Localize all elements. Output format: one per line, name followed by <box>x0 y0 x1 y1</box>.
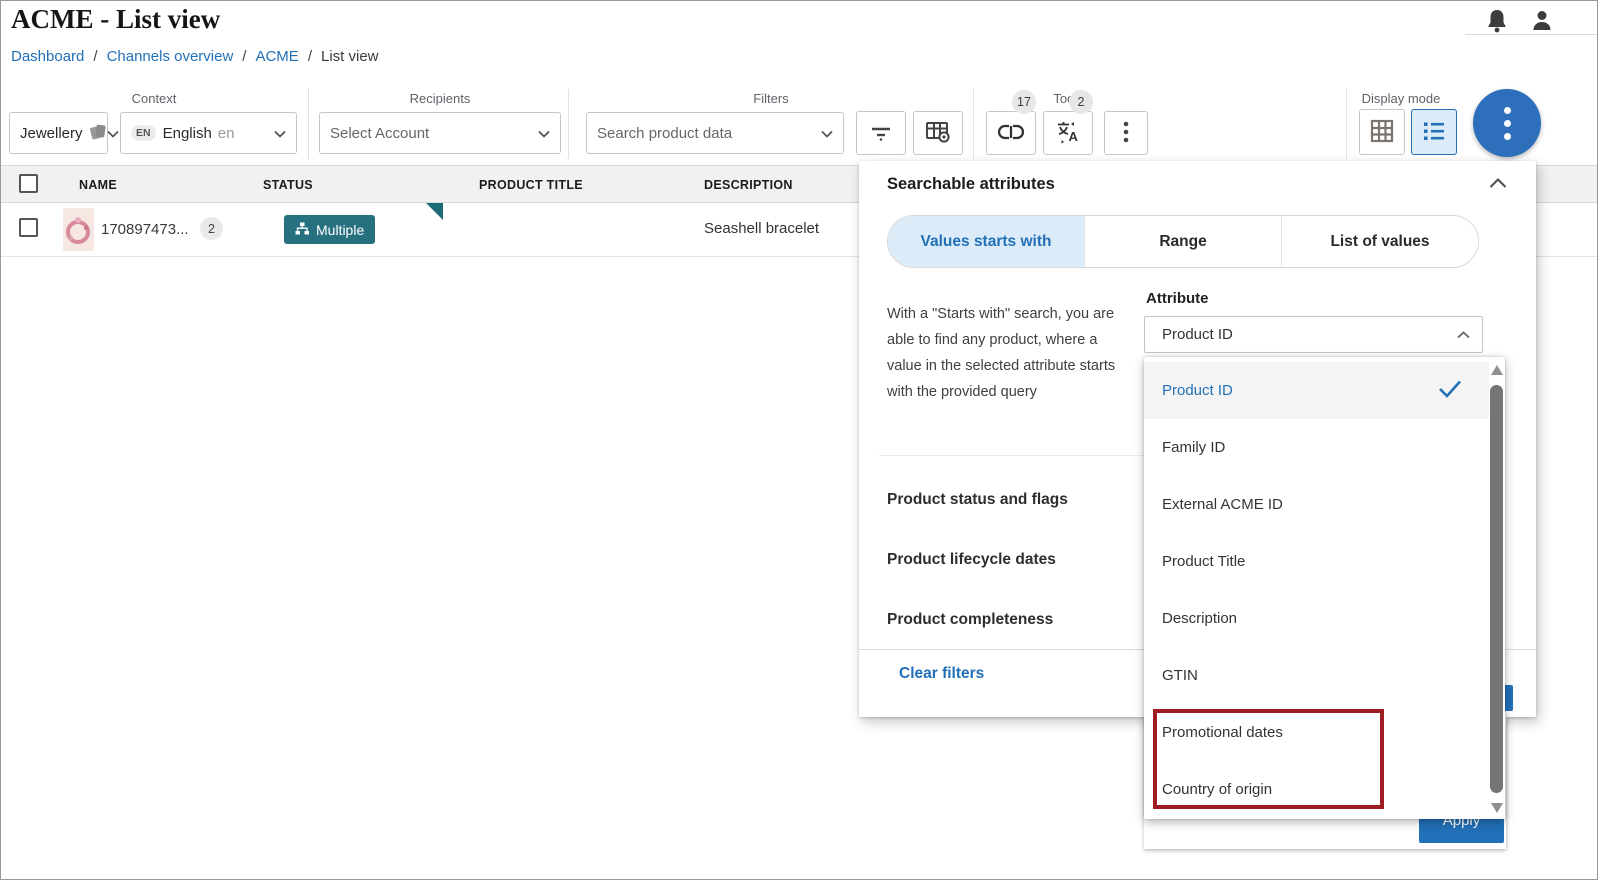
dropdown-option-external-acme-id[interactable]: External ACME ID <box>1144 476 1489 533</box>
grid-view-icon <box>1370 119 1394 146</box>
dropdown-option-family-id[interactable]: Family ID <box>1144 419 1489 476</box>
attribute-dropdown: Product ID Family ID External ACME ID Pr… <box>1144 357 1505 819</box>
search-type-tabs: Values starts with Range List of values <box>887 215 1479 268</box>
product-name[interactable]: 170897473... <box>101 221 189 238</box>
floating-action-button[interactable] <box>1473 89 1541 157</box>
section-product-lifecycle-dates[interactable]: Product lifecycle dates <box>887 551 1056 569</box>
link-tool-button[interactable] <box>986 111 1036 155</box>
translate-icon: A <box>1056 120 1080 147</box>
user-menu-button[interactable] <box>1529 8 1555 37</box>
filters-group-label: Filters <box>586 91 956 106</box>
chevron-down-icon <box>274 125 286 142</box>
more-tools-button[interactable] <box>1104 111 1148 155</box>
dropdown-option-gtin[interactable]: GTIN <box>1144 647 1489 704</box>
breadcrumb-acme[interactable]: ACME <box>255 48 298 65</box>
chevron-up-icon <box>1457 326 1470 343</box>
app-window: ACME - List view Dashboard/Channels over… <box>0 0 1598 880</box>
status-label: Multiple <box>316 222 364 238</box>
section-product-status-and-flags[interactable]: Product status and flags <box>887 491 1068 509</box>
column-header-description[interactable]: DESCRIPTION <box>704 178 793 192</box>
breadcrumb-dashboard[interactable]: Dashboard <box>11 48 84 65</box>
language-value: English <box>163 125 212 142</box>
svg-text:A: A <box>1069 129 1079 144</box>
link-icon <box>998 124 1024 143</box>
dropdown-option-description[interactable]: Description <box>1144 590 1489 647</box>
check-icon <box>1438 379 1462 403</box>
section-product-completeness[interactable]: Product completeness <box>887 611 1053 629</box>
product-search-select[interactable]: Search product data <box>586 112 844 154</box>
chevron-down-icon <box>107 125 119 142</box>
grid-view-button[interactable] <box>1359 109 1405 155</box>
breadcrumb-channels-overview[interactable]: Channels overview <box>107 48 234 65</box>
dropdown-option-promotional-dates[interactable]: Promotional dates <box>1144 704 1489 761</box>
column-settings-button[interactable] <box>913 111 963 155</box>
scroll-up-arrow[interactable] <box>1491 365 1503 375</box>
attribute-select[interactable]: Product ID <box>1144 316 1483 353</box>
list-view-icon <box>1421 119 1447 146</box>
product-thumbnail <box>63 208 94 251</box>
description-cell: Seashell bracelet <box>704 220 819 237</box>
channel-cards-icon <box>89 122 107 144</box>
product-count-badge: 2 <box>200 217 223 240</box>
search-description: With a "Starts with" search, you are abl… <box>887 301 1135 405</box>
recipients-placeholder: Select Account <box>330 125 429 142</box>
translate-tool-button[interactable]: A <box>1043 111 1093 155</box>
sitemap-icon <box>295 222 309 238</box>
display-mode-group-label: Display mode <box>1341 91 1461 106</box>
language-select[interactable]: EN English en <box>120 112 297 154</box>
corner-flag-marker <box>426 203 443 225</box>
filter-icon <box>869 121 893 146</box>
kebab-menu-icon <box>1123 120 1129 147</box>
breadcrumb-current: List view <box>321 48 379 65</box>
attribute-selected-value: Product ID <box>1162 326 1233 343</box>
dropdown-option-product-id[interactable]: Product ID <box>1144 362 1489 419</box>
tab-values-starts-with[interactable]: Values starts with <box>888 216 1084 267</box>
column-header-product-title[interactable]: PRODUCT TITLE <box>479 178 583 192</box>
tab-list-of-values[interactable]: List of values <box>1281 216 1478 267</box>
divider <box>973 89 974 159</box>
scroll-down-arrow[interactable] <box>1491 803 1503 813</box>
dropdown-option-country-of-origin[interactable]: Country of origin <box>1144 761 1489 818</box>
language-code-badge: EN <box>131 125 156 141</box>
divider <box>879 455 1145 456</box>
page-title: ACME - List view <box>11 4 220 35</box>
product-search-placeholder: Search product data <box>597 125 732 142</box>
chevron-down-icon <box>538 125 550 142</box>
scrollbar-thumb[interactable] <box>1490 385 1503 793</box>
column-header-name[interactable]: NAME <box>79 178 117 192</box>
table-columns-eye-icon <box>925 120 951 147</box>
divider <box>1465 34 1598 35</box>
panel-title: Searchable attributes <box>887 175 1055 194</box>
column-header-status[interactable]: STATUS <box>263 178 313 192</box>
divider <box>568 89 569 159</box>
attribute-label: Attribute <box>1146 290 1209 307</box>
collapse-panel-button[interactable] <box>1485 171 1511 197</box>
chevron-up-icon <box>1489 177 1507 192</box>
more-dots-icon <box>1504 107 1511 140</box>
breadcrumb: Dashboard/Channels overview/ACME/List vi… <box>11 48 379 65</box>
dropdown-option-product-title[interactable]: Product Title <box>1144 533 1489 590</box>
recipients-select[interactable]: Select Account <box>319 112 561 154</box>
filter-button[interactable] <box>856 111 906 155</box>
tab-range[interactable]: Range <box>1084 216 1281 267</box>
status-badge[interactable]: Multiple <box>284 215 375 244</box>
divider <box>308 89 309 159</box>
list-view-button[interactable] <box>1411 109 1457 155</box>
dropdown-scrollbar[interactable] <box>1488 357 1505 819</box>
select-all-checkbox[interactable] <box>19 174 38 193</box>
language-suffix: en <box>218 125 235 142</box>
notifications-button[interactable] <box>1485 8 1509 37</box>
chevron-down-icon <box>821 125 833 142</box>
recipients-group-label: Recipients <box>319 91 561 106</box>
row-checkbox[interactable] <box>19 218 38 237</box>
translate-tool-badge: 2 <box>1069 90 1093 114</box>
channel-select[interactable]: Jewellery <box>9 112 108 154</box>
clear-filters-link[interactable]: Clear filters <box>899 665 984 683</box>
channel-value: Jewellery <box>20 125 83 142</box>
context-group-label: Context <box>9 91 299 106</box>
link-tool-badge: 17 <box>1012 90 1036 114</box>
